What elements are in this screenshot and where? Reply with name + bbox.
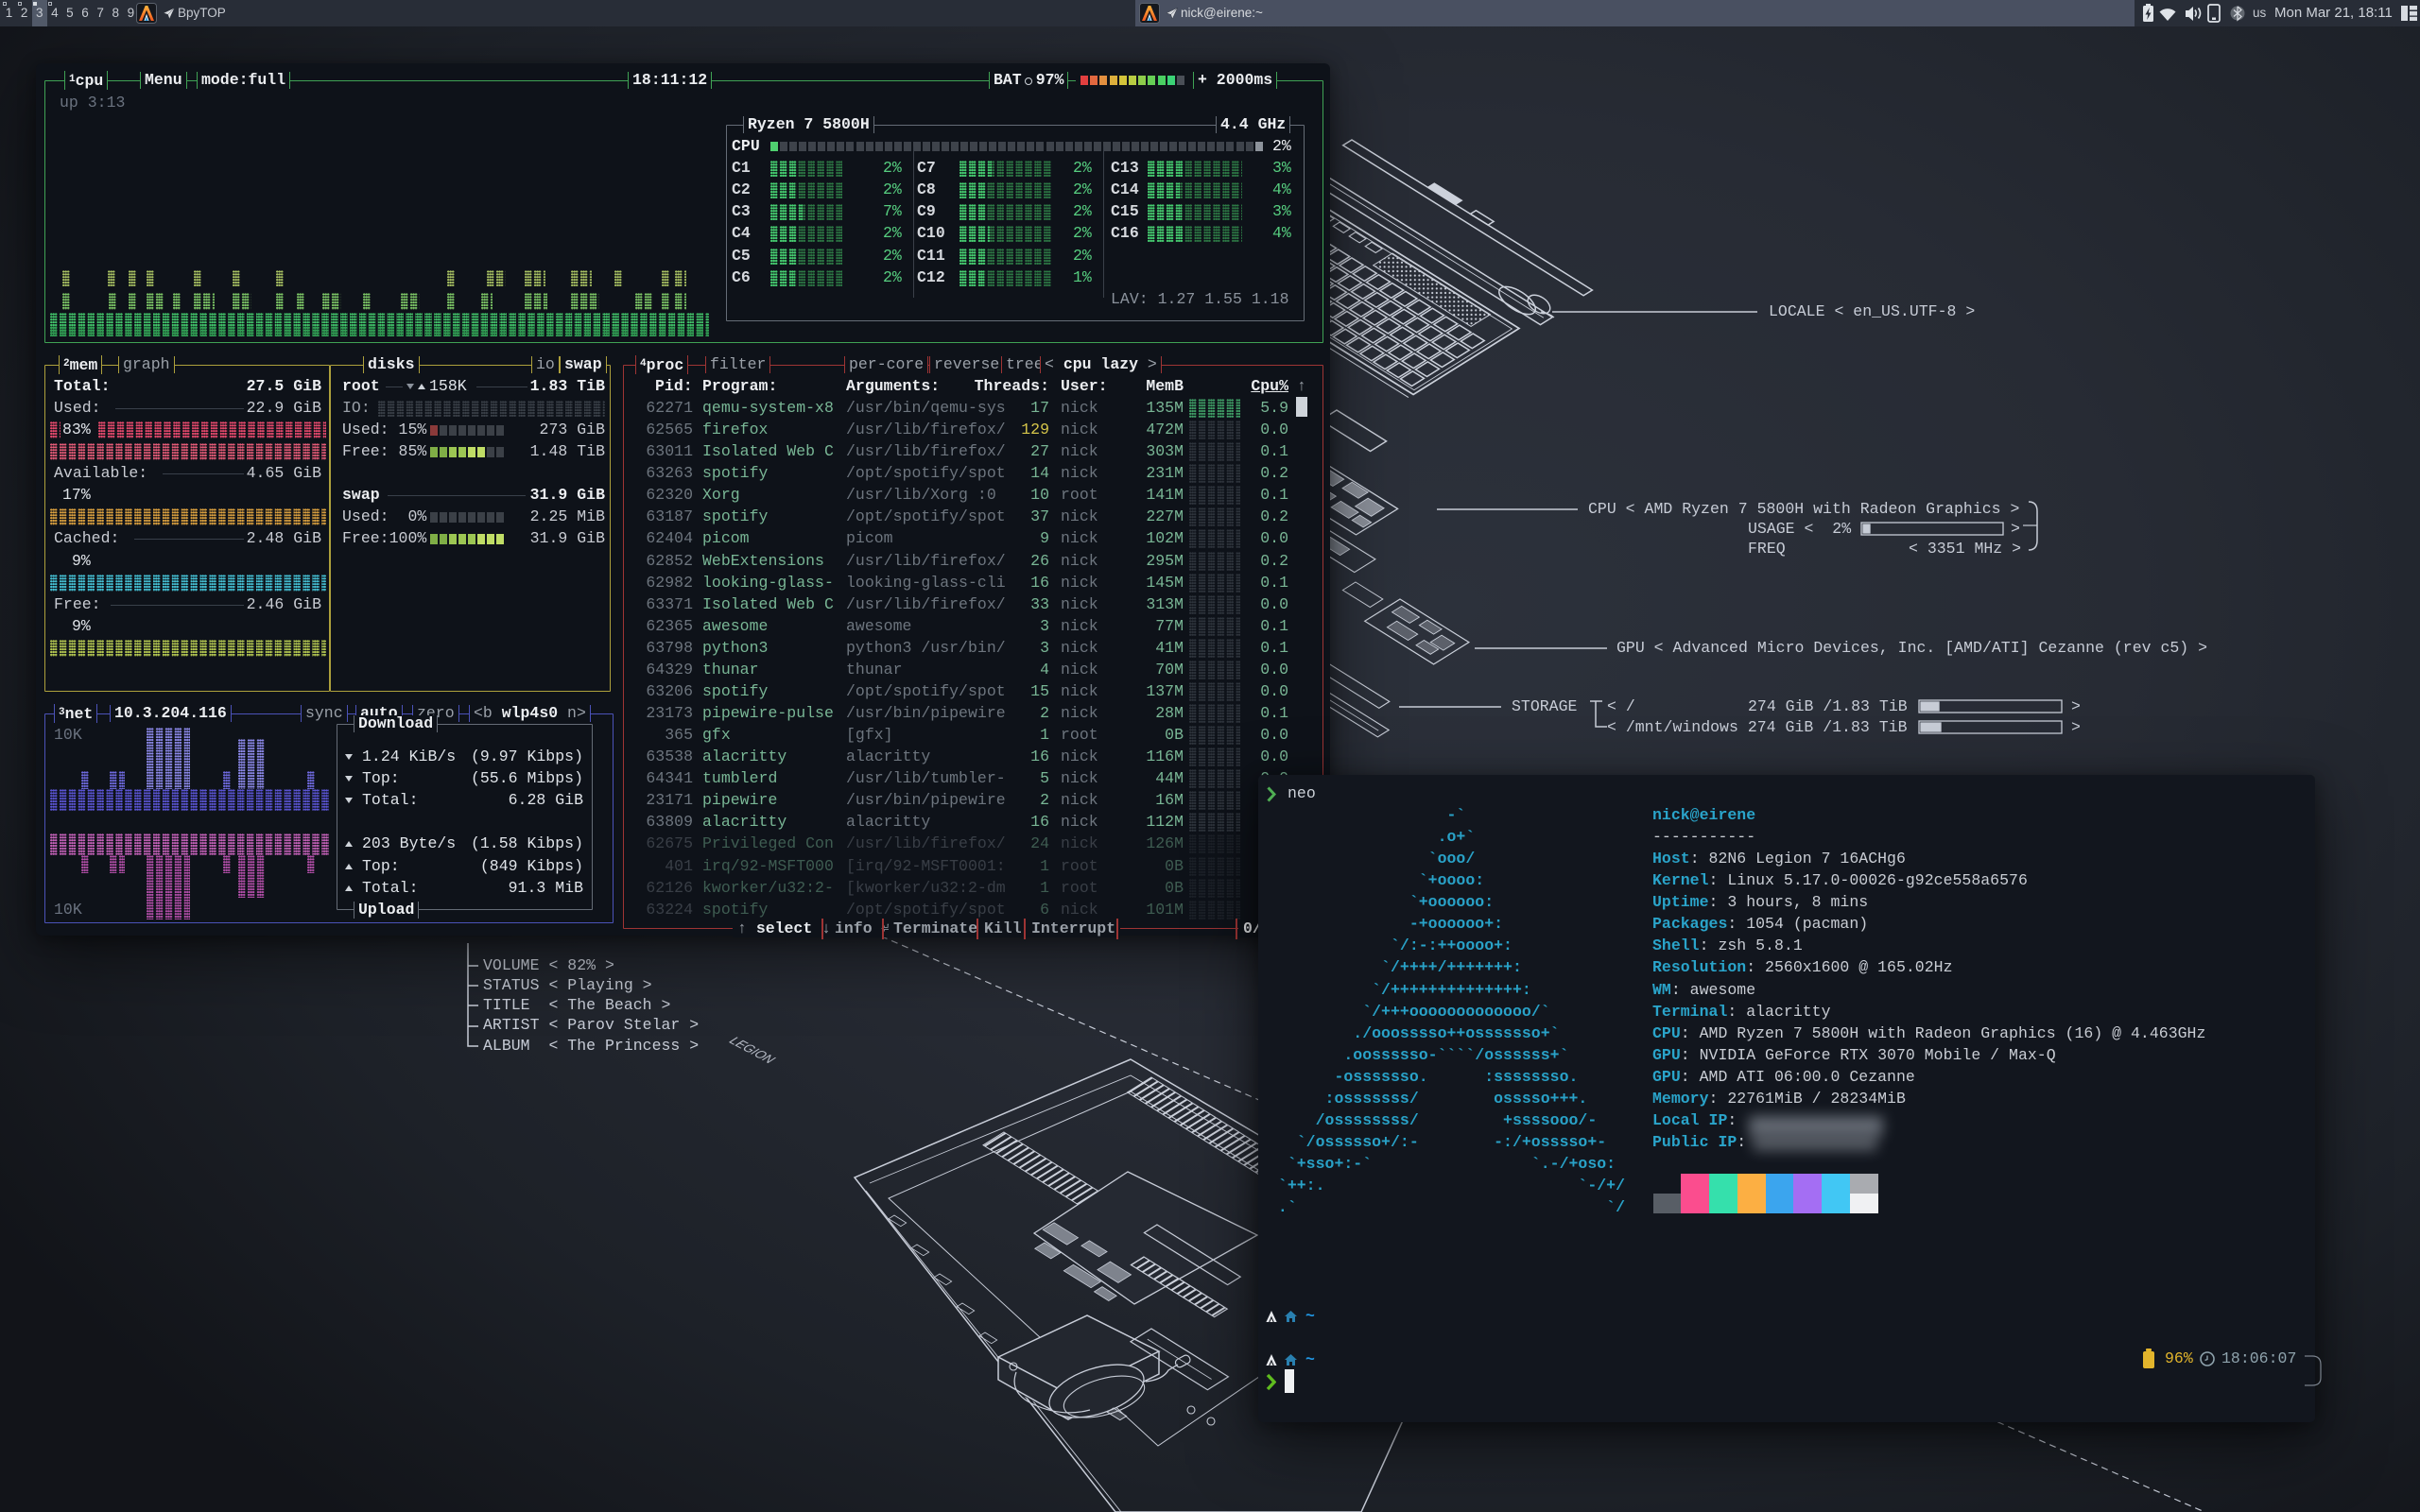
svg-text:LEGION: LEGION [726, 1034, 778, 1066]
